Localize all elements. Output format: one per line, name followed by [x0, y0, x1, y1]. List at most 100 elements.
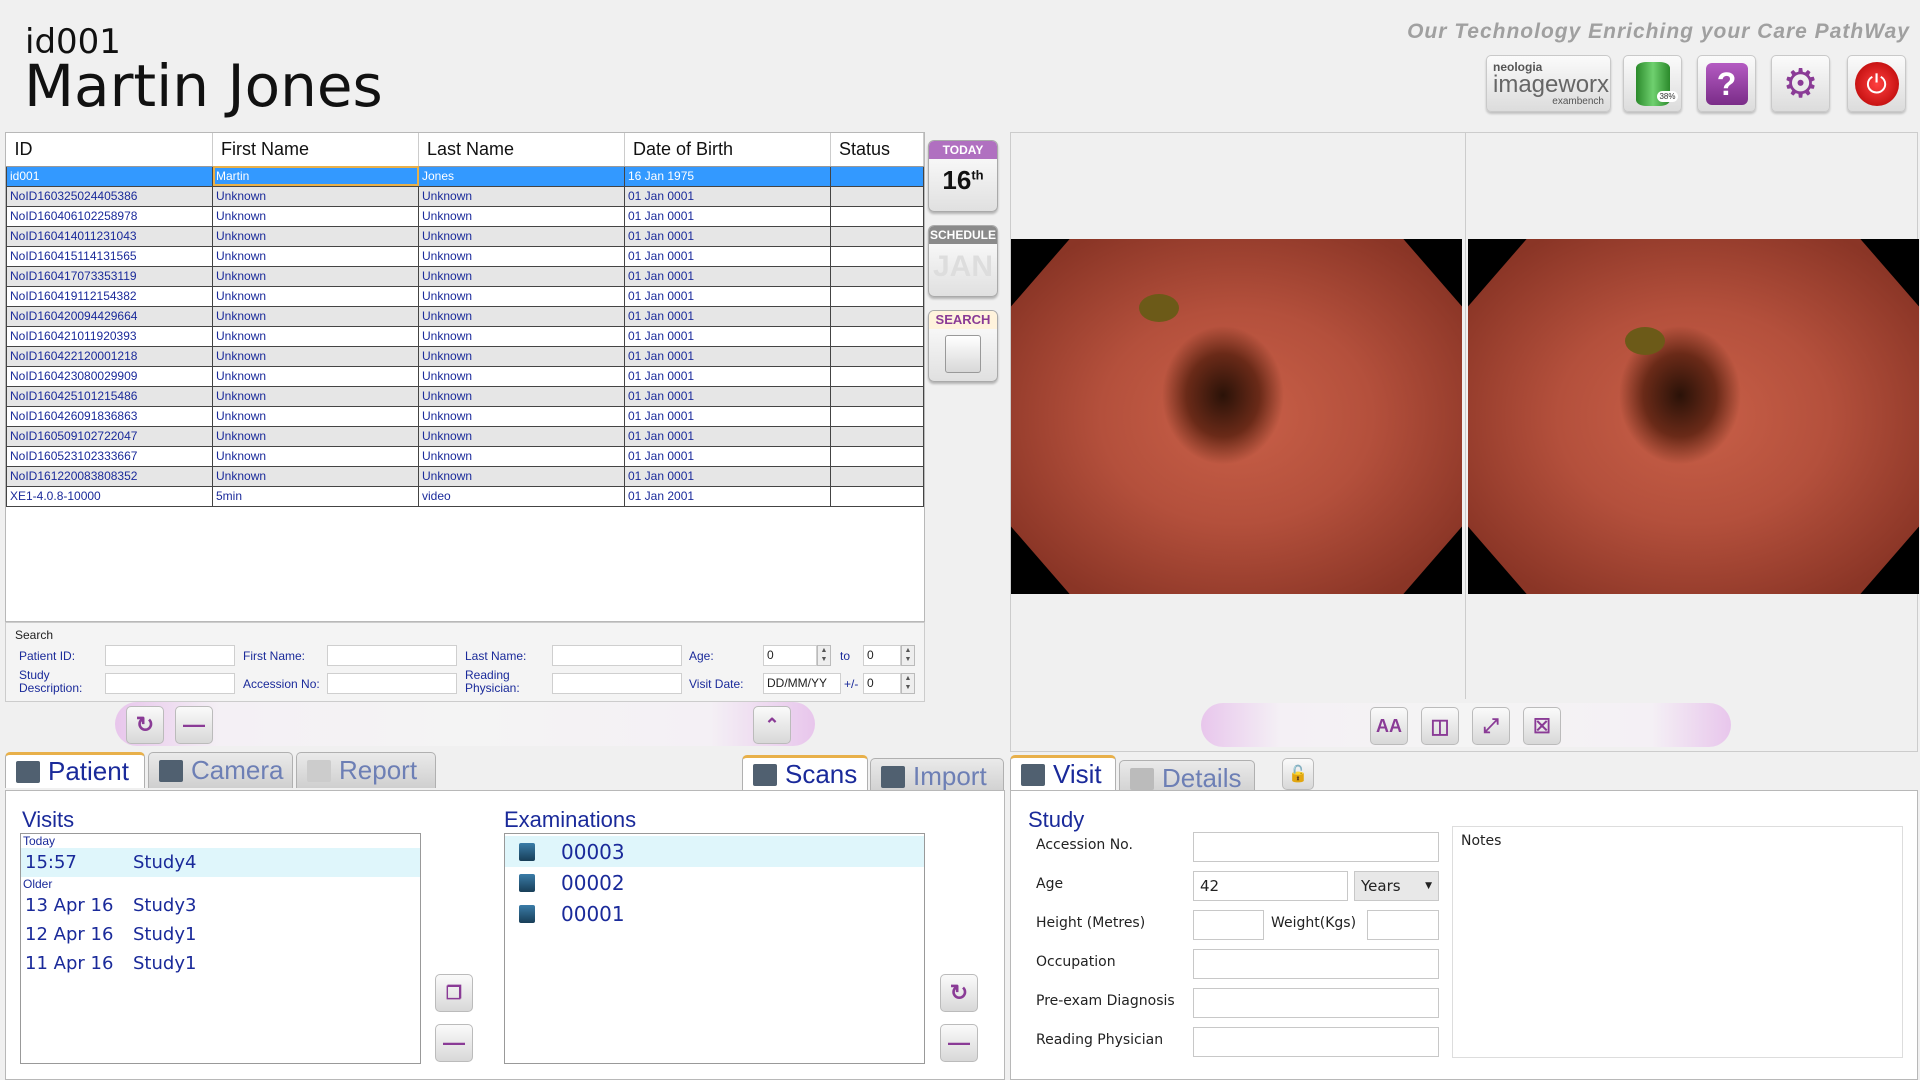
remove-exam-button[interactable]: —	[940, 1024, 978, 1062]
patient-cell[interactable]: Jones	[418, 165, 625, 187]
patient-cell[interactable]: Unknown	[418, 385, 625, 407]
visit-plus-minus-spinner[interactable]: ▲ ▼	[901, 673, 915, 694]
patient-cell[interactable]: NoID160325024405386	[6, 185, 213, 207]
patient-cell[interactable]: 01 Jan 0001	[624, 425, 831, 447]
patient-row[interactable]: NoID161220083808352 Unknown Unknown 01 Jan …	[6, 465, 924, 487]
patient-cell[interactable]: NoID160414011231043	[6, 225, 213, 247]
notes-area[interactable]: Notes	[1452, 826, 1903, 1058]
patient-cell[interactable]: Unknown	[418, 465, 625, 487]
patient-cell[interactable]: 01 Jan 0001	[624, 185, 831, 207]
patient-cell[interactable]	[830, 245, 924, 267]
tab-visit[interactable]: Visit	[1010, 755, 1116, 791]
search-button[interactable]: SEARCH	[928, 310, 998, 382]
patient-cell[interactable]: Unknown	[418, 205, 625, 227]
patient-cell[interactable]: Unknown	[418, 325, 625, 347]
today-button[interactable]: TODAY 16th	[928, 140, 998, 212]
patient-cell[interactable]: Unknown	[418, 265, 625, 287]
patient-cell[interactable]	[830, 385, 924, 407]
patient-cell[interactable]	[830, 365, 924, 387]
patient-cell[interactable]: NoID160421011920393	[6, 325, 213, 347]
visit-item[interactable]: 13 Apr 16 Study3	[21, 891, 420, 920]
patient-cell[interactable]: NoID160406102258978	[6, 205, 213, 227]
patient-cell[interactable]: 16 Jan 1975	[624, 165, 831, 187]
patient-cell[interactable]: 01 Jan 0001	[624, 345, 831, 367]
patient-cell[interactable]: NoID160523102333667	[6, 445, 213, 467]
tab-patient[interactable]: Patient	[5, 752, 145, 788]
occupation-input[interactable]	[1193, 949, 1439, 979]
patient-cell[interactable]: 01 Jan 0001	[624, 245, 831, 267]
age-to-input[interactable]: 0	[863, 645, 901, 666]
patient-cell[interactable]: 01 Jan 0001	[624, 225, 831, 247]
patient-row[interactable]: NoID160421011920393 Unknown Unknown 01 Jan …	[6, 325, 924, 347]
patient-cell[interactable]: 01 Jan 0001	[624, 265, 831, 287]
refresh-exams-button[interactable]: ↻	[940, 974, 978, 1012]
column-header[interactable]: Status	[830, 133, 924, 167]
patient-cell[interactable]	[830, 465, 924, 487]
patient-row[interactable]: NoID160425101215486 Unknown Unknown 01 Jan …	[6, 385, 924, 407]
patient-cell[interactable]: Unknown	[418, 405, 625, 427]
patient-cell[interactable]: NoID160420094429664	[6, 305, 213, 327]
lock-button[interactable]: 🔓	[1282, 758, 1314, 790]
study-description-input[interactable]	[105, 673, 235, 694]
patient-cell[interactable]: Unknown	[418, 285, 625, 307]
text-size-button[interactable]: AA	[1370, 707, 1408, 745]
visit-item[interactable]: 15:57 Study4	[21, 848, 420, 877]
patient-cell[interactable]	[830, 445, 924, 467]
patient-cell[interactable]: NoID160415114131565	[6, 245, 213, 267]
patient-cell[interactable]: 5min	[212, 485, 419, 507]
patient-cell[interactable]: Unknown	[212, 325, 419, 347]
collapse-grid-button[interactable]: ⌃	[753, 706, 791, 744]
patient-cell[interactable]: 01 Jan 0001	[624, 365, 831, 387]
age-from-input[interactable]: 0	[763, 645, 817, 666]
patient-row[interactable]: XE1-4.0.8-10000 5min video 01 Jan 2001	[6, 485, 924, 507]
tab-camera[interactable]: Camera	[148, 752, 293, 788]
endoscopy-image-left[interactable]	[1011, 239, 1462, 594]
patient-cell[interactable]: id001	[6, 165, 213, 187]
age-input[interactable]: 42	[1193, 871, 1348, 901]
patient-cell[interactable]: Unknown	[418, 345, 625, 367]
patient-row[interactable]: NoID160420094429664 Unknown Unknown 01 Jan …	[6, 305, 924, 327]
add-visit-button[interactable]: ❐	[435, 974, 473, 1012]
fullscreen-button[interactable]: ⤢	[1472, 707, 1510, 745]
exam-item[interactable]: 00003	[505, 836, 924, 867]
exam-item[interactable]: 00001	[505, 898, 924, 929]
patient-cell[interactable]: 01 Jan 0001	[624, 405, 831, 427]
patient-cell[interactable]: 01 Jan 0001	[624, 285, 831, 307]
patient-cell[interactable]: Unknown	[212, 245, 419, 267]
patient-cell[interactable]	[830, 425, 924, 447]
patient-cell[interactable]: NoID160417073353119	[6, 265, 213, 287]
patient-cell[interactable]: Unknown	[212, 365, 419, 387]
patient-cell[interactable]: 01 Jan 0001	[624, 385, 831, 407]
patient-cell[interactable]: Unknown	[212, 185, 419, 207]
patient-cell[interactable]	[830, 205, 924, 227]
patient-cell[interactable]: NoID161220083808352	[6, 465, 213, 487]
patient-row[interactable]: NoID160523102333667 Unknown Unknown 01 Jan …	[6, 445, 924, 467]
patient-cell[interactable]	[830, 165, 924, 187]
patient-row[interactable]: NoID160422120001218 Unknown Unknown 01 Jan …	[6, 345, 924, 367]
patient-cell[interactable]: Unknown	[418, 225, 625, 247]
patient-cell[interactable]: NoID160425101215486	[6, 385, 213, 407]
column-header[interactable]: ID	[6, 133, 213, 167]
last-name-input[interactable]	[552, 645, 682, 666]
close-image-button[interactable]: ☒	[1523, 707, 1561, 745]
patient-cell[interactable]	[830, 405, 924, 427]
patient-cell[interactable]	[830, 325, 924, 347]
age-from-spinner[interactable]: ▲ ▼	[817, 645, 831, 666]
accession-no-input[interactable]	[1193, 832, 1439, 862]
tab-import[interactable]: Import	[870, 758, 1004, 794]
patient-cell[interactable]	[830, 485, 924, 507]
patient-cell[interactable]	[830, 225, 924, 247]
patient-cell[interactable]: Unknown	[418, 305, 625, 327]
patient-row[interactable]: id001 Martin Jones 16 Jan 1975	[6, 165, 924, 187]
patient-cell[interactable]: 01 Jan 0001	[624, 325, 831, 347]
patient-cell[interactable]: Unknown	[418, 425, 625, 447]
patient-cell[interactable]: Unknown	[418, 445, 625, 467]
patient-cell[interactable]: video	[418, 485, 625, 507]
weight-input[interactable]	[1367, 910, 1439, 940]
patient-row[interactable]: NoID160325024405386 Unknown Unknown 01 Jan …	[6, 185, 924, 207]
patient-cell[interactable]: NoID160422120001218	[6, 345, 213, 367]
patient-cell[interactable]: NoID160509102722047	[6, 425, 213, 447]
layout-button[interactable]: ◫	[1421, 707, 1459, 745]
patient-row[interactable]: NoID160406102258978 Unknown Unknown 01 Jan …	[6, 205, 924, 227]
patient-row[interactable]: NoID160423080029909 Unknown Unknown 01 Jan …	[6, 365, 924, 387]
